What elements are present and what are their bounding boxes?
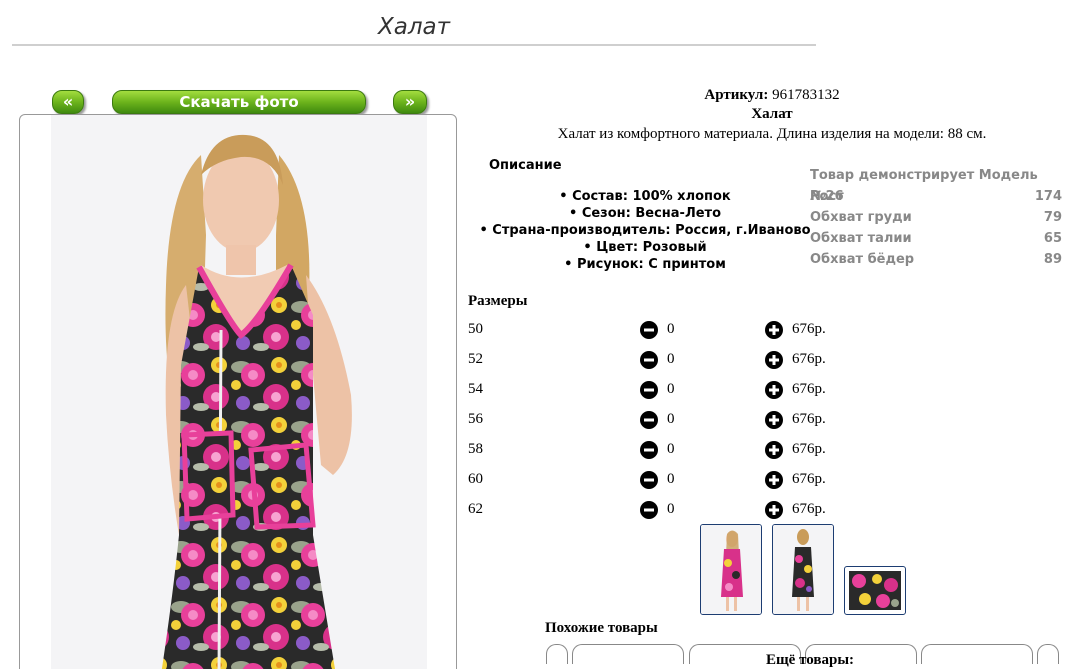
size-row: 58 0 676р. — [468, 436, 868, 466]
quantity-value: 0 — [667, 471, 675, 487]
description-item: Сезон: Весна-Лето — [475, 205, 815, 222]
size-row: 52 0 676р. — [468, 346, 868, 376]
more-products-title: Ещё товары: — [766, 652, 855, 668]
increase-quantity-icon[interactable] — [765, 381, 783, 399]
size-value: 56 — [468, 411, 483, 427]
description-item: Страна-производитель: Россия, г.Иваново — [475, 222, 815, 239]
increase-quantity-icon[interactable] — [765, 321, 783, 339]
increase-quantity-icon[interactable] — [765, 411, 783, 429]
model-info: Товар демонстрирует Модель №26 Рост 174 О… — [810, 165, 1062, 270]
model-row-label: Обхват бёдер — [810, 252, 915, 267]
model-row-value: 79 — [1043, 210, 1062, 225]
decrease-quantity-icon[interactable] — [640, 411, 658, 429]
model-row-label: Обхват талии — [810, 231, 912, 246]
decrease-quantity-icon[interactable] — [640, 321, 658, 339]
model-title: Товар демонстрирует Модель №26 — [810, 168, 1038, 204]
model-row-value: 65 — [1043, 231, 1062, 246]
size-row: 54 0 676р. — [468, 376, 868, 406]
increase-quantity-icon[interactable] — [765, 351, 783, 369]
model-row-label: Обхват груди — [810, 210, 912, 225]
price-value: 676р. — [792, 351, 826, 367]
thumbnail-fabric-image — [849, 571, 901, 610]
description-item: Рисунок: С принтом — [475, 256, 815, 273]
size-value: 52 — [468, 351, 483, 367]
model-row: Обхват груди 79 — [810, 207, 1062, 228]
similar-product-tab[interactable] — [921, 644, 1033, 664]
carousel-next-tab[interactable] — [1037, 644, 1059, 664]
quantity-value: 0 — [667, 411, 675, 427]
size-value: 58 — [468, 441, 483, 457]
size-value: 62 — [468, 501, 483, 517]
price-value: 676р. — [792, 441, 826, 457]
price-value: 676р. — [792, 321, 826, 337]
thumbnail-fabric[interactable] — [844, 566, 906, 615]
prev-photo-button[interactable]: « — [52, 90, 84, 114]
description-block: Описание Состав: 100% хлопок Сезон: Весн… — [475, 158, 815, 273]
download-photo-button[interactable]: Скачать фото — [112, 90, 366, 114]
main-product-photo[interactable] — [51, 115, 427, 669]
quantity-value: 0 — [667, 321, 675, 337]
increase-quantity-icon[interactable] — [765, 471, 783, 489]
increase-quantity-icon[interactable] — [765, 441, 783, 459]
quantity-value: 0 — [667, 381, 675, 397]
size-row: 50 0 676р. — [468, 316, 868, 346]
similar-product-tab[interactable] — [572, 644, 684, 664]
sizes-title: Размеры — [468, 293, 528, 309]
thumbnail-front-image — [701, 525, 761, 614]
quantity-value: 0 — [667, 501, 675, 517]
article-value: 961783132 — [772, 87, 840, 103]
product-description: Халат из комфортного материала. Длина из… — [557, 126, 987, 142]
increase-quantity-icon[interactable] — [765, 501, 783, 519]
thumbnail-back[interactable] — [772, 524, 834, 615]
similar-products-title: Похожие товары — [545, 620, 658, 636]
next-photo-button[interactable]: » — [393, 90, 427, 114]
quantity-value: 0 — [667, 441, 675, 457]
description-item: Состав: 100% хлопок — [475, 188, 815, 205]
product-name: Халат — [751, 106, 793, 122]
article-label: Артикул: — [704, 87, 769, 103]
description-item: Цвет: Розовый — [475, 239, 815, 256]
description-title: Описание — [489, 158, 562, 173]
price-value: 676р. — [792, 411, 826, 427]
model-row: Обхват талии 65 — [810, 228, 1062, 249]
size-value: 54 — [468, 381, 483, 397]
price-value: 676р. — [792, 501, 826, 517]
size-row: 56 0 676р. — [468, 406, 868, 436]
price-value: 676р. — [792, 381, 826, 397]
sizes-table: 50 0 676р. 52 0 676р. 54 0 676р. 56 0 676р. 58 0 676р.… — [468, 316, 868, 526]
size-value: 60 — [468, 471, 483, 487]
model-row-label: Рост — [810, 189, 844, 204]
model-row-value: 174 — [1034, 189, 1062, 204]
thumbnail-front[interactable] — [700, 524, 762, 615]
carousel-prev-tab[interactable] — [546, 644, 568, 664]
decrease-quantity-icon[interactable] — [640, 471, 658, 489]
size-value: 50 — [468, 321, 483, 337]
decrease-quantity-icon[interactable] — [640, 381, 658, 399]
decrease-quantity-icon[interactable] — [640, 351, 658, 369]
page-title: Халат — [12, 14, 816, 46]
model-row: Обхват бёдер 89 — [810, 249, 1062, 270]
size-row: 60 0 676р. — [468, 466, 868, 496]
thumbnail-back-image — [773, 525, 833, 614]
article-line: Артикул: 961783132 — [468, 87, 1076, 106]
model-row: Рост 174 — [810, 186, 1062, 207]
model-row-value: 89 — [1043, 252, 1062, 267]
price-value: 676р. — [792, 471, 826, 487]
decrease-quantity-icon[interactable] — [640, 501, 658, 519]
description-list: Состав: 100% хлопок Сезон: Весна-Лето Ст… — [475, 188, 815, 273]
main-photo-frame — [19, 114, 457, 669]
decrease-quantity-icon[interactable] — [640, 441, 658, 459]
product-info: Артикул: 961783132 Халат Халат из комфор… — [468, 87, 1076, 146]
size-row: 62 0 676р. — [468, 496, 868, 526]
quantity-value: 0 — [667, 351, 675, 367]
